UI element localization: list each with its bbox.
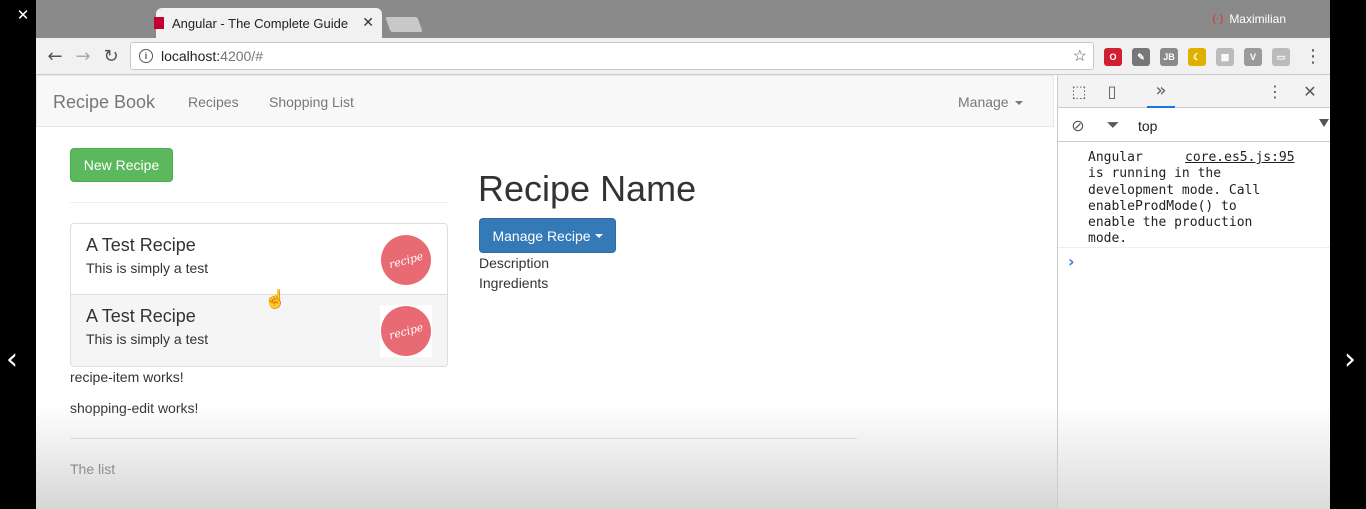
divider <box>70 202 448 203</box>
profile-button[interactable]: (·) Maximilian <box>1212 12 1286 26</box>
jb-icon[interactable]: JB <box>1160 48 1178 66</box>
manage-dropdown[interactable]: Manage <box>958 94 1023 110</box>
cast-icon[interactable]: ▭ <box>1272 48 1290 66</box>
tab-title: Angular - The Complete Guide <box>172 15 349 31</box>
caret-down-icon <box>1014 101 1023 106</box>
more-tabs-icon[interactable]: » <box>1150 79 1172 101</box>
page-viewport: Recipe Book Recipes Shopping List Manage… <box>36 75 1057 509</box>
next-icon[interactable]: › <box>1344 345 1356 375</box>
close-icon[interactable]: ✕ <box>12 4 34 26</box>
tab-close-icon[interactable]: ✕ <box>362 14 374 31</box>
profile-icon: (·) <box>1212 13 1224 25</box>
moon-icon[interactable]: ☾ <box>1188 48 1206 66</box>
nav-link-shopping-list[interactable]: Shopping List <box>269 94 354 110</box>
navbar: Recipe Book Recipes Shopping List Manage <box>36 75 1054 127</box>
recipe-description: This is simply a test <box>86 331 209 347</box>
console-toolbar: ⊘ ⏷ top <box>1058 109 1330 142</box>
recipe-detail-title: Recipe Name <box>478 168 697 209</box>
recipe-item-works-text: recipe-item works! <box>70 369 184 385</box>
site-info-icon[interactable]: i <box>139 49 153 63</box>
video-fade-overlay <box>36 405 1057 509</box>
device-toolbar-icon[interactable]: ▯ <box>1101 80 1123 102</box>
navbar-brand[interactable]: Recipe Book <box>53 92 155 113</box>
divider <box>70 438 857 439</box>
opera-icon[interactable]: O <box>1104 48 1122 66</box>
inspect-element-icon[interactable]: ⬚ <box>1068 80 1090 102</box>
recipe-ingredients-label: Ingredients <box>479 275 549 291</box>
screen: ✕ ⧉ — ‹ › Angular - The Complete Guide ✕… <box>0 0 1366 509</box>
recipe-logo-image: recipe <box>375 300 437 362</box>
profile-name: Maximilian <box>1229 12 1286 26</box>
recipe-list-item[interactable]: A Test Recipe This is simply a test reci… <box>70 295 448 367</box>
url-host: localhost: <box>161 48 221 64</box>
url-path: 4200/# <box>220 48 263 64</box>
divider <box>1058 247 1330 248</box>
tab-strip: Angular - The Complete Guide ✕ (·) Maxim… <box>36 0 1330 38</box>
back-icon[interactable]: ← <box>44 45 66 67</box>
devtools-close-icon[interactable]: ✕ <box>1299 80 1321 102</box>
caret-down-icon <box>594 233 603 238</box>
console-source-link[interactable]: core.es5.js:95 <box>1185 150 1295 165</box>
new-recipe-button[interactable]: New Recipe <box>70 148 173 182</box>
recipe-description-label: Description <box>479 255 550 271</box>
clear-console-icon[interactable]: ⊘ <box>1067 114 1089 136</box>
angular-favicon-icon <box>154 17 164 29</box>
recipe-list-item[interactable]: A Test Recipe This is simply a test reci… <box>70 223 448 295</box>
reload-icon[interactable]: ↻ <box>100 45 122 67</box>
eyedropper-icon[interactable]: ✎ <box>1132 48 1150 66</box>
devtools-panel: ⬚ ▯ » ⋮ ✕ ⊘ ⏷ top Angular is running in t… <box>1057 75 1330 509</box>
recipe-image: recipe <box>375 229 437 291</box>
previous-icon[interactable]: ‹ <box>6 345 18 375</box>
browser-toolbar: ← → ↻ i localhost: 4200/# ☆ ⋮ O ✎ JB ☾ ▦ V ▭ <box>36 38 1330 75</box>
shopping-list-text: The list <box>70 461 116 477</box>
context-dropdown-icon[interactable] <box>1319 119 1329 127</box>
browser-menu-icon[interactable]: ⋮ <box>1302 45 1324 67</box>
devtools-menu-icon[interactable]: ⋮ <box>1264 80 1286 102</box>
devtools-toolbar: ⬚ ▯ » ⋮ ✕ <box>1058 75 1330 108</box>
recipe-description: This is simply a test <box>86 260 209 276</box>
console-prompt[interactable]: › <box>1068 252 1075 271</box>
manage-recipe-button[interactable]: Manage Recipe <box>479 218 616 253</box>
recipe-list: A Test Recipe This is simply a test reci… <box>70 223 448 367</box>
recipe-image: recipe <box>375 300 437 362</box>
recipe-title: A Test Recipe <box>86 306 196 326</box>
address-bar[interactable]: i localhost: 4200/# ☆ <box>130 42 1094 70</box>
vue-icon[interactable]: V <box>1244 48 1262 66</box>
manage-label: Manage <box>958 94 1009 110</box>
filter-icon[interactable]: ⏷ <box>1102 114 1124 136</box>
active-tab-indicator <box>1147 106 1175 108</box>
forward-icon[interactable]: → <box>72 45 94 67</box>
shopping-edit-works-text: shopping-edit works! <box>70 400 199 416</box>
tab-angular-guide[interactable]: Angular - The Complete Guide ✕ <box>154 8 382 38</box>
new-tab-button[interactable] <box>385 17 423 32</box>
recipe-logo-image: recipe <box>375 229 437 291</box>
grid-icon[interactable]: ▦ <box>1216 48 1234 66</box>
manage-recipe-label: Manage Recipe <box>492 227 591 244</box>
recipe-title: A Test Recipe <box>86 235 196 255</box>
nav-link-recipes[interactable]: Recipes <box>188 94 239 110</box>
bookmark-star-icon[interactable]: ☆ <box>1073 46 1087 66</box>
video-fade-overlay <box>1058 405 1330 509</box>
context-selector[interactable]: top <box>1138 118 1157 134</box>
hand-cursor-icon: ☝ <box>264 289 287 309</box>
